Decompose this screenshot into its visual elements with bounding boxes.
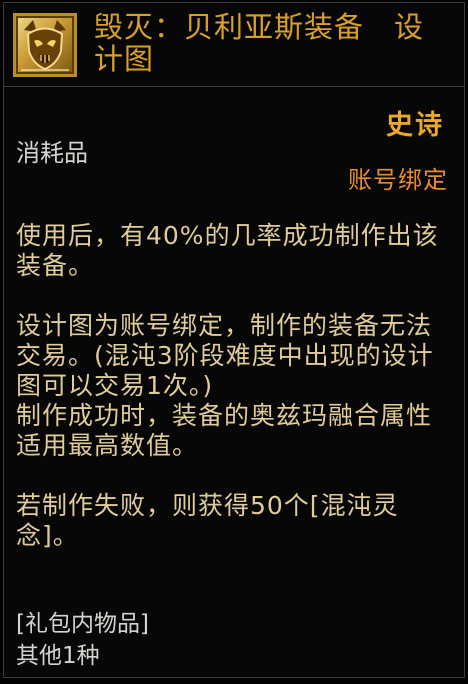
item-tooltip: 毁灭：贝利亚斯装备 设计图 史诗 消耗品 账号绑定 使用后，有40%的几率成功制… — [3, 2, 465, 678]
item-title: 毁灭：贝利亚斯装备 设计图 — [94, 10, 425, 76]
item-description: 使用后，有40%的几率成功制作出该装备。 设计图为账号绑定，制作的装备无法交易。… — [16, 221, 448, 551]
description-line: 若制作失败，则获得50个[混沌灵念]。 — [16, 491, 399, 550]
item-type-label: 消耗品 — [16, 139, 88, 167]
header-divider — [4, 86, 464, 87]
description-line: 设计图为账号绑定，制作的装备无法交易。(混沌3阶段难度中出现的设计图可以交易1次… — [16, 311, 434, 400]
demon-skull-blueprint-icon — [13, 13, 77, 77]
package-contents-title: [礼包内物品] — [16, 611, 149, 637]
rarity-label: 史诗 — [386, 110, 444, 141]
package-contents-item: 其他1种 — [16, 643, 100, 669]
description-line: 使用后，有40%的几率成功制作出该装备。 — [16, 221, 439, 280]
binding-label: 账号绑定 — [348, 166, 448, 194]
tooltip-header: 毁灭：贝利亚斯装备 设计图 — [4, 3, 464, 87]
demon-skull-icon-graphic — [21, 20, 69, 71]
description-line: 制作成功时，装备的奥兹玛融合属性适用最高数值。 — [16, 401, 433, 460]
